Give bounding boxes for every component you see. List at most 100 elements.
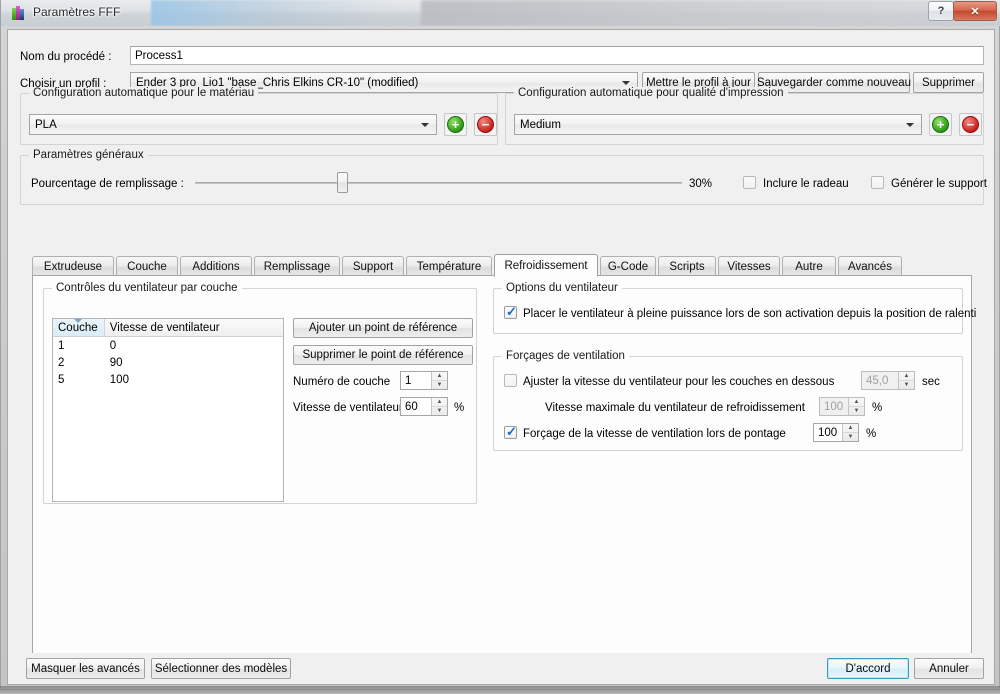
- stepper-up-icon: ▲: [899, 372, 914, 381]
- material-combo-value: PLA: [35, 118, 57, 131]
- cooling-tab-page: Contrôles du ventilateur par couche Couc…: [32, 275, 976, 659]
- table-row[interactable]: 1 0: [53, 337, 283, 354]
- quality-group-title: Configuration automatique pour qualité d…: [514, 87, 788, 99]
- material-add-box[interactable]: +: [444, 113, 467, 136]
- bridging-label: Forçage de la vitesse de ventilation lor…: [523, 428, 786, 440]
- title-bar[interactable]: Paramètres FFF ? ✕: [1, 0, 1000, 26]
- tab-vitesses[interactable]: Vitesses: [718, 256, 780, 276]
- cell-speed: 90: [109, 356, 123, 369]
- material-combo[interactable]: PLA: [29, 114, 437, 135]
- tab-additions[interactable]: Additions: [180, 256, 252, 276]
- quality-add-button[interactable]: +: [932, 116, 949, 133]
- window-drop-shadow: [0, 686, 1000, 694]
- material-group-title: Configuration automatique pour le matéri…: [29, 87, 259, 99]
- titlebar-glass-secondary: [421, 0, 981, 26]
- chevron-down-icon: [421, 122, 429, 127]
- infill-slider-thumb[interactable]: [337, 172, 348, 193]
- fff-bars-icon: [12, 6, 27, 20]
- max-speed-label: Vitesse maximale du ventilateur de refro…: [545, 402, 805, 414]
- layer-number-stepper[interactable]: 1 ▲ ▼: [400, 371, 448, 390]
- table-row[interactable]: 2 90: [53, 354, 283, 371]
- help-button[interactable]: ?: [928, 1, 954, 21]
- adjust-speed-value: 45,0: [866, 374, 889, 387]
- stepper-buttons[interactable]: ▲ ▼: [898, 372, 914, 389]
- process-name-input[interactable]: Process1: [130, 46, 984, 65]
- delete-profile-button[interactable]: Supprimer: [913, 72, 984, 93]
- stepper-down-icon: ▼: [847, 434, 854, 440]
- stepper-up-icon: ▲: [432, 398, 447, 407]
- material-remove-box[interactable]: −: [474, 113, 497, 136]
- quality-remove-button[interactable]: −: [962, 116, 979, 133]
- infill-slider-track[interactable]: [195, 182, 682, 184]
- column-header-couche[interactable]: Couche: [53, 319, 105, 336]
- select-models-button[interactable]: Sélectionner des modèles: [151, 658, 291, 679]
- fan-speed-stepper[interactable]: 60 ▲ ▼: [400, 397, 448, 416]
- cancel-button[interactable]: Annuler: [914, 658, 984, 679]
- fan-overrides-group: Forçages de ventilation Ajuster la vites…: [493, 350, 963, 451]
- process-name-label: Nom du procédé :: [20, 51, 112, 63]
- tab-g-code[interactable]: G-Code: [600, 256, 656, 276]
- tab-scripts[interactable]: Scripts: [658, 256, 716, 276]
- tab-avanc-s[interactable]: Avancés: [838, 256, 902, 276]
- fff-settings-window: Paramètres FFF ? ✕ Nom du procédé : Proc…: [0, 0, 1000, 690]
- full-power-label: Placer le ventilateur à pleine puissance…: [523, 308, 977, 320]
- cell-layer: 5: [58, 373, 65, 386]
- stepper-up-icon: ▲: [843, 424, 858, 433]
- stepper-buttons[interactable]: ▲ ▼: [431, 398, 447, 415]
- column-header-couche-label: Couche: [58, 321, 98, 334]
- chevron-down-icon: [622, 80, 630, 85]
- fan-speed-label: Vitesse de ventilateur: [293, 402, 403, 414]
- dialog-client-area: Nom du procédé : Process1 Choisir un pro…: [7, 29, 995, 659]
- tab-temp-rature[interactable]: Température: [406, 256, 492, 276]
- stepper-buttons[interactable]: ▲ ▼: [431, 372, 447, 389]
- infill-value: 30%: [689, 178, 713, 190]
- tab-couche[interactable]: Couche: [116, 256, 178, 276]
- quality-combo[interactable]: Medium: [514, 114, 922, 135]
- chevron-down-icon: [906, 122, 914, 127]
- adjust-speed-stepper[interactable]: 45,0 ▲ ▼: [861, 371, 915, 390]
- column-header-vitesse-label: Vitesse de ventilateur: [109, 321, 220, 334]
- layer-number-label: Numéro de couche: [293, 376, 391, 388]
- material-add-button[interactable]: +: [447, 116, 464, 133]
- table-header-row: Couche Vitesse de ventilateur: [53, 319, 283, 337]
- column-header-vitesse[interactable]: Vitesse de ventilateur: [104, 319, 283, 336]
- fan-setpoints-table[interactable]: Couche Vitesse de ventilateur 1 0 2 90 5…: [52, 318, 284, 502]
- tab-extrudeuse[interactable]: Extrudeuse: [32, 256, 114, 276]
- tab-refroidissement[interactable]: Refroidissement: [494, 254, 598, 277]
- quality-remove-box[interactable]: −: [959, 113, 982, 136]
- fan-overrides-title: Forçages de ventilation: [502, 350, 629, 362]
- generate-support-checkbox[interactable]: [871, 176, 884, 189]
- cell-speed: 0: [109, 339, 117, 352]
- material-autoconfig-group: Configuration automatique pour le matéri…: [20, 87, 498, 145]
- include-raft-checkbox[interactable]: [743, 176, 756, 189]
- tab-autre[interactable]: Autre: [782, 256, 836, 276]
- tab-remplissage[interactable]: Remplissage: [254, 256, 340, 276]
- tab-support[interactable]: Support: [342, 256, 404, 276]
- add-setpoint-button[interactable]: Ajouter un point de référence: [293, 318, 473, 338]
- cell-layer: 1: [58, 339, 65, 352]
- adjust-speed-checkbox[interactable]: [504, 374, 517, 387]
- hide-advanced-button[interactable]: Masquer les avancés: [26, 658, 145, 679]
- general-group-title: Paramètres généraux: [29, 149, 148, 161]
- per-layer-fan-group: Contrôles du ventilateur par couche Couc…: [43, 282, 477, 504]
- check-icon: ✓: [506, 304, 517, 319]
- quality-add-box[interactable]: +: [929, 113, 952, 136]
- fan-speed-value: 60: [405, 400, 418, 413]
- full-power-checkbox[interactable]: ✓: [504, 304, 517, 319]
- material-remove-button[interactable]: −: [477, 116, 494, 133]
- remove-setpoint-button[interactable]: Supprimer le point de référence: [293, 345, 473, 365]
- ok-button[interactable]: D'accord: [827, 658, 909, 679]
- stepper-buttons[interactable]: ▲ ▼: [848, 398, 864, 415]
- stepper-buttons[interactable]: ▲ ▼: [842, 424, 858, 441]
- bridging-checkbox[interactable]: ✓: [504, 424, 517, 439]
- max-speed-unit: %: [872, 402, 883, 414]
- table-row[interactable]: 5 100: [53, 371, 283, 388]
- stepper-down-icon: ▼: [436, 408, 443, 414]
- cell-layer: 2: [58, 356, 65, 369]
- max-speed-stepper[interactable]: 100 ▲ ▼: [819, 397, 865, 416]
- close-button[interactable]: ✕: [953, 1, 997, 21]
- max-speed-value: 100: [824, 400, 844, 413]
- check-icon: ✓: [506, 424, 517, 439]
- bridging-stepper[interactable]: 100 ▲ ▼: [813, 423, 859, 442]
- adjust-speed-label: Ajuster la vitesse du ventilateur pour l…: [523, 376, 835, 388]
